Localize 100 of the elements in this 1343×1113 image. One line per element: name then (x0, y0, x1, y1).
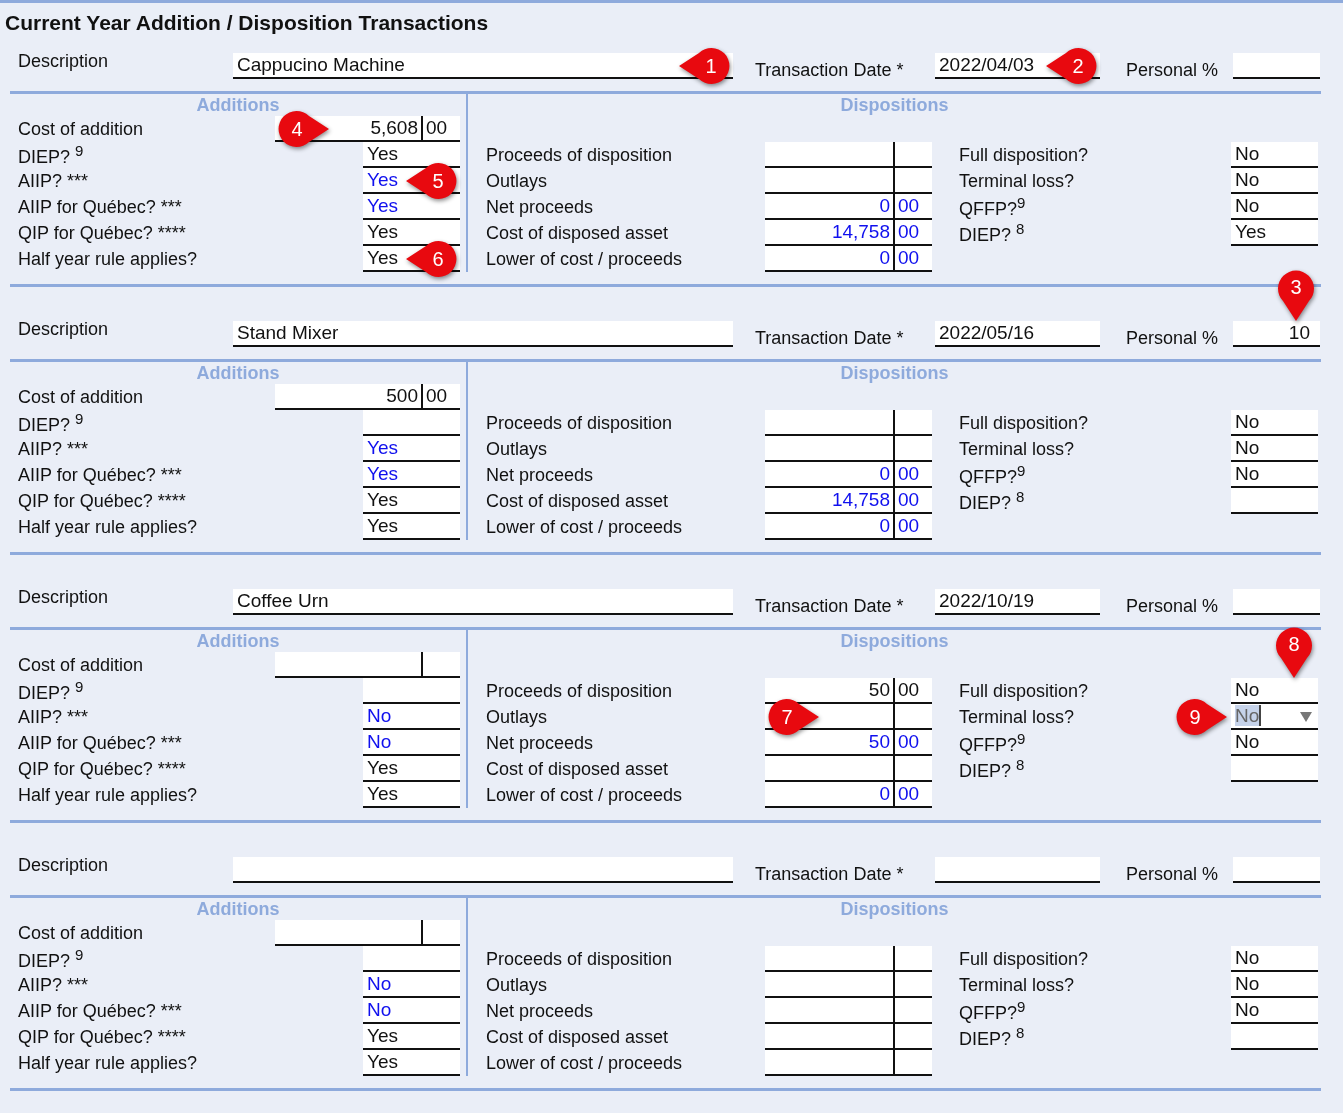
select-field[interactable]: No (1231, 436, 1318, 462)
amount-field[interactable] (765, 436, 932, 462)
select-field[interactable]: No (1231, 730, 1318, 756)
field-label: Description (18, 854, 110, 876)
select-field[interactable]: No (1231, 410, 1318, 436)
description-field[interactable]: Stand Mixer (233, 321, 733, 347)
select-field[interactable] (363, 946, 460, 972)
dropdown-arrow-icon[interactable] (1300, 712, 1312, 722)
select-field[interactable] (1231, 1024, 1318, 1050)
field-label: Description (18, 318, 110, 340)
select-field[interactable]: Yes (363, 462, 460, 488)
select-field[interactable]: Yes (363, 142, 460, 168)
field-label: Cost of addition (18, 922, 145, 944)
field-label: Description (18, 586, 110, 608)
amount-field[interactable] (765, 946, 932, 972)
field-label: Net proceeds (486, 732, 595, 754)
percent-field[interactable] (1233, 53, 1320, 79)
field-label: Proceeds of disposition (486, 948, 674, 970)
amount-field[interactable] (765, 972, 932, 998)
select-field[interactable]: No (1231, 142, 1318, 168)
field-label: Personal % (1126, 58, 1220, 81)
amount-field[interactable]: 14,758 00 (765, 220, 932, 246)
field-label: DIEP? $^{9}$ (18, 678, 85, 704)
field-label: Cost of addition (18, 386, 145, 408)
amount-field[interactable]: 50 00 (765, 730, 932, 756)
callout-marker: 6 (406, 239, 458, 279)
select-field[interactable]: Yes (363, 1024, 460, 1050)
field-label: AIIP for Québec? *** (18, 732, 183, 754)
field-label: AIIP for Québec? *** (18, 196, 183, 218)
amount-field[interactable]: 0 00 (765, 514, 932, 540)
select-field[interactable]: No (1231, 704, 1318, 730)
select-field[interactable]: No (1231, 972, 1318, 998)
field-label: QIP for Québec? **** (18, 222, 187, 244)
select-field[interactable]: Yes (363, 194, 460, 220)
amount-field[interactable]: 0 00 (765, 246, 932, 272)
amount-field[interactable] (765, 142, 932, 168)
date-field[interactable]: 2022/10/19 (935, 589, 1100, 615)
field-label: DIEP? $^{8}$ (959, 488, 1025, 514)
amount-field[interactable] (765, 756, 932, 782)
select-field[interactable]: No (1231, 194, 1318, 220)
amount-field[interactable]: 14,758 00 (765, 488, 932, 514)
section-heading: Dispositions (840, 94, 949, 116)
select-field[interactable]: Yes (363, 488, 460, 514)
select-field[interactable]: No (1231, 168, 1318, 194)
field-label: Full disposition? (959, 680, 1089, 702)
select-field[interactable]: Yes (363, 782, 460, 808)
field-label: DIEP? $^{9}$ (18, 410, 85, 436)
callout-marker: 2 (1046, 46, 1098, 86)
callout-marker: 3 (1276, 269, 1316, 321)
percent-field[interactable]: 10 (1233, 321, 1320, 347)
amount-field[interactable]: 0 00 (765, 194, 932, 220)
select-field[interactable] (1231, 488, 1318, 514)
select-field[interactable]: Yes (363, 1050, 460, 1076)
field-label: QIP for Québec? **** (18, 758, 187, 780)
field-label: QIP for Québec? **** (18, 490, 187, 512)
amount-field[interactable] (275, 652, 460, 678)
select-field[interactable]: No (1231, 678, 1318, 704)
date-field[interactable] (935, 857, 1100, 883)
amount-field[interactable] (275, 920, 460, 946)
field-label: Outlays (486, 974, 549, 996)
field-label: Net proceeds (486, 196, 595, 218)
select-field[interactable]: No (1231, 462, 1318, 488)
description-field[interactable]: Coffee Urn (233, 589, 733, 615)
select-field[interactable]: No (1231, 998, 1318, 1024)
amount-field[interactable] (765, 410, 932, 436)
select-field[interactable]: No (363, 704, 460, 730)
amount-field[interactable] (765, 168, 932, 194)
field-label: Description (18, 50, 110, 72)
section-heading: Dispositions (840, 898, 949, 920)
select-field[interactable]: No (363, 730, 460, 756)
field-label: Terminal loss? (959, 974, 1075, 996)
select-field[interactable]: Yes (363, 436, 460, 462)
field-label: Cost of disposed asset (486, 758, 670, 780)
amount-field[interactable]: 500 00 (275, 384, 460, 410)
amount-field[interactable]: 50 00 (765, 678, 932, 704)
percent-field[interactable] (1233, 857, 1320, 883)
field-label: Cost of disposed asset (486, 1026, 670, 1048)
select-field[interactable] (363, 410, 460, 436)
select-field[interactable]: No (363, 972, 460, 998)
amount-field[interactable] (765, 1050, 932, 1076)
select-field[interactable]: Yes (363, 220, 460, 246)
amount-field[interactable]: 0 00 (765, 462, 932, 488)
callout-marker: 5 (406, 161, 458, 201)
select-field[interactable]: Yes (1231, 220, 1318, 246)
description-field[interactable] (233, 857, 733, 883)
amount-field[interactable] (765, 998, 932, 1024)
select-field[interactable] (363, 678, 460, 704)
date-field[interactable]: 2022/05/16 (935, 321, 1100, 347)
field-label: AIIP for Québec? *** (18, 1000, 183, 1022)
select-field[interactable]: No (1231, 946, 1318, 972)
select-field[interactable]: No (363, 998, 460, 1024)
field-label: DIEP? $^{8}$ (959, 756, 1025, 782)
amount-field[interactable]: 0 00 (765, 782, 932, 808)
field-label: QFFP?$^{9}$ (959, 730, 1026, 756)
field-label: Lower of cost / proceeds (486, 1052, 684, 1074)
select-field[interactable]: Yes (363, 514, 460, 540)
percent-field[interactable] (1233, 589, 1320, 615)
amount-field[interactable] (765, 1024, 932, 1050)
select-field[interactable] (1231, 756, 1318, 782)
select-field[interactable]: Yes (363, 756, 460, 782)
